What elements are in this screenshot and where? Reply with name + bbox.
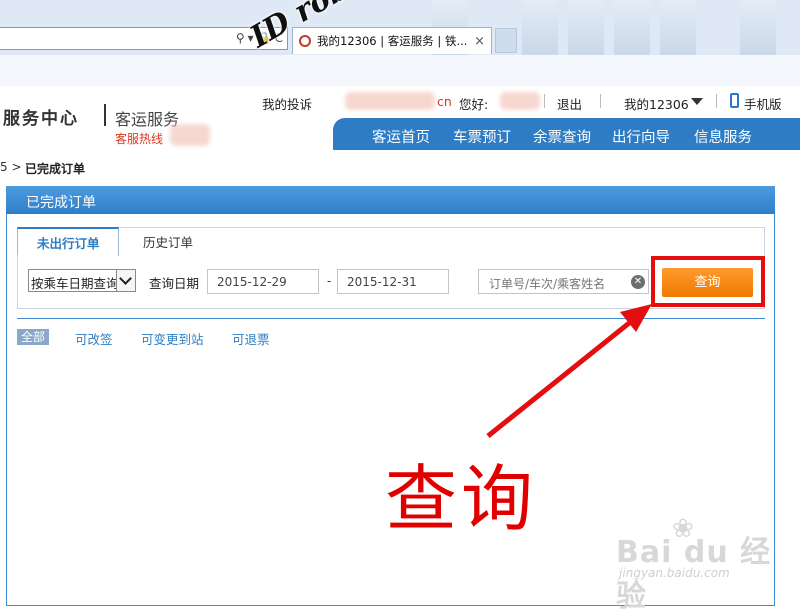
search-icon[interactable]: ⚲ — [236, 31, 245, 45]
mobile-phone-icon — [730, 93, 739, 108]
redacted-blur — [170, 124, 210, 146]
close-icon[interactable]: × — [474, 34, 485, 49]
redacted-blur — [345, 92, 435, 110]
desktop-icon — [660, 0, 696, 55]
breadcrumb-prefix[interactable]: 5 > — [0, 160, 22, 174]
link-separator — [600, 94, 601, 108]
query-type-value[interactable]: 按乘车日期查询 — [31, 273, 119, 292]
desktop-icon — [614, 0, 650, 55]
browser-toolbar — [0, 55, 800, 87]
filter-refundable[interactable]: 可退票 — [232, 329, 270, 348]
filter-all[interactable]: 全部 — [17, 329, 49, 345]
nav-item-remaining[interactable]: 余票查询 — [533, 126, 591, 147]
nav-item-home[interactable]: 客运首页 — [372, 126, 430, 147]
start-date-value[interactable]: 2015-12-29 — [217, 275, 287, 289]
feedback-link[interactable]: 我的投诉 — [262, 94, 312, 113]
desktop-icon — [522, 0, 558, 55]
breadcrumb-current: 已完成订单 — [25, 162, 86, 176]
logout-link[interactable]: 退出 — [557, 94, 582, 113]
annotation-label: 查询 — [385, 457, 538, 541]
panel-title: 已完成订单 — [26, 195, 96, 211]
link-separator — [544, 94, 545, 108]
desktop-icon — [568, 0, 604, 55]
tab-history[interactable]: 历史订单 — [143, 232, 193, 251]
chevron-down-icon[interactable] — [691, 98, 703, 105]
address-bar[interactable]: ⚲ ▾ 🔒 C — [0, 27, 288, 50]
query-button[interactable]: 查询 — [662, 268, 753, 297]
browser-tab-title: 我的12306 | 客运服务 | 铁... — [317, 34, 468, 48]
nav-item-info[interactable]: 信息服务 — [694, 126, 752, 147]
browser-tab[interactable]: 我的12306 | 客运服务 | 铁... × — [292, 27, 492, 54]
site-subtitle: 客运服务 — [115, 110, 180, 129]
greeting-label: 您好: — [459, 97, 489, 112]
filter-change-station[interactable]: 可变更到站 — [141, 329, 204, 348]
nav-item-booking[interactable]: 车票预订 — [453, 126, 511, 147]
site-brand: 服务中心 — [3, 109, 79, 129]
order-tabs — [17, 227, 765, 256]
desktop-icon — [740, 0, 776, 55]
section-divider — [17, 318, 765, 319]
baidu-url: jingyan.baidu.com — [619, 566, 730, 580]
paw-icon: ❀ — [672, 514, 694, 544]
new-tab-button[interactable] — [495, 28, 517, 53]
link-separator — [716, 94, 717, 108]
search-placeholder[interactable]: 订单号/车次/乘客姓名 — [489, 275, 605, 292]
chevron-down-icon[interactable] — [116, 270, 135, 291]
redacted-blur — [500, 92, 540, 110]
brand-divider — [104, 104, 106, 126]
tab-upcoming-label[interactable]: 未出行订单 — [37, 233, 100, 252]
date-label: 查询日期 — [149, 276, 200, 291]
date-separator: - — [327, 274, 332, 288]
filter-changeable[interactable]: 可改签 — [75, 329, 113, 348]
panel-header — [6, 186, 775, 214]
end-date-value[interactable]: 2015-12-31 — [347, 275, 417, 289]
mobile-version-link[interactable]: 手机版 — [744, 94, 782, 113]
nav-item-guide[interactable]: 出行向导 — [612, 126, 670, 147]
clear-icon[interactable]: ✕ — [631, 275, 645, 289]
my12306-menu[interactable]: 我的12306 — [624, 94, 689, 113]
hotline-label: 客服热线 — [115, 132, 164, 146]
favicon-icon — [299, 35, 311, 47]
domain-tail: cn — [437, 94, 452, 109]
